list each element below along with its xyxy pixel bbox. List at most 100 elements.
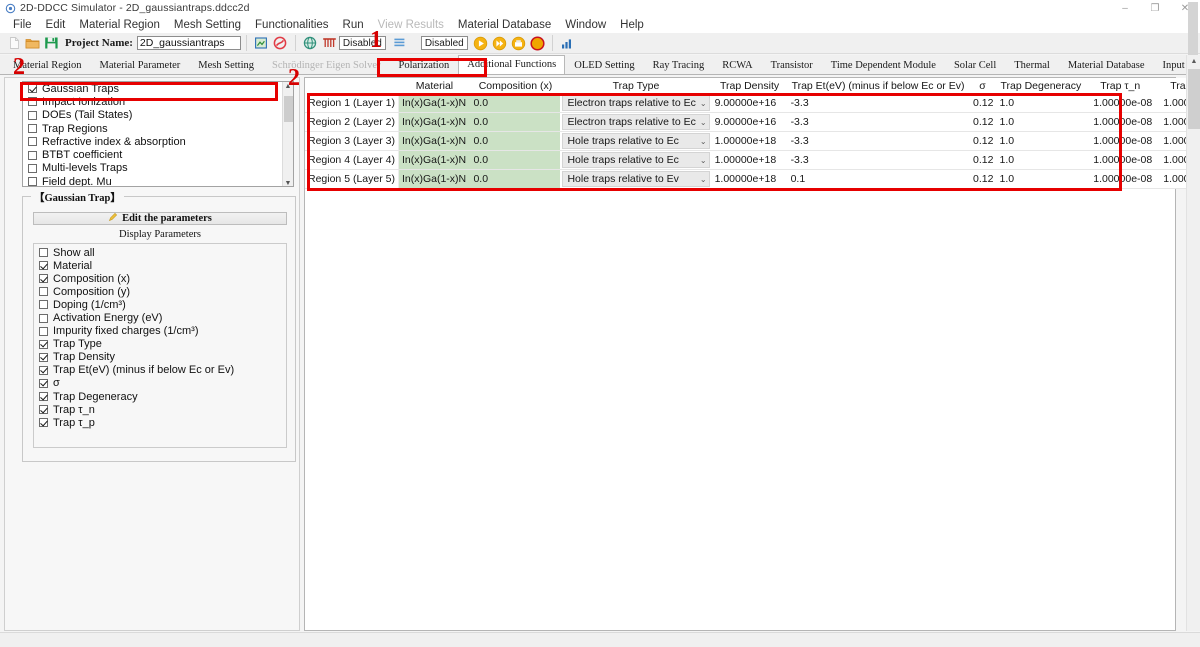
function-item-refractive-index-absorption[interactable]: Refractive index & absorption [23, 135, 293, 148]
checkbox-icon[interactable] [39, 418, 48, 428]
table-column-header[interactable]: Trap τ_n [1085, 78, 1156, 94]
cell-trap-et[interactable]: -3.3 [787, 112, 969, 133]
tab-mesh-setting[interactable]: Mesh Setting [189, 56, 263, 75]
cell-region[interactable]: Region 1 (Layer 1) [305, 94, 399, 114]
cell-trap-et[interactable]: 0.1 [787, 169, 969, 190]
checkbox-icon[interactable] [39, 313, 48, 323]
function-item-impact-ionization[interactable]: Impact Ionization [23, 95, 293, 108]
checkbox-icon[interactable] [39, 392, 48, 402]
checkbox-icon[interactable] [28, 150, 37, 160]
table-column-header[interactable]: Composition (x) [470, 78, 561, 94]
project-name-input[interactable] [136, 36, 241, 50]
display-param-impurity-fixed-charges-1-cm[interactable]: Impurity fixed charges (1/cm³) [34, 325, 286, 338]
display-param-trap-density[interactable]: Trap Density [34, 351, 286, 364]
function-item-btbt-coefficient[interactable]: BTBT coefficient [23, 148, 293, 161]
table-column-header[interactable]: Trap Density [711, 78, 788, 94]
checkbox-icon[interactable] [39, 352, 48, 362]
checkbox-icon[interactable] [39, 339, 48, 349]
cell-degeneracy[interactable]: 1.0 [996, 94, 1086, 114]
cell-trap-type[interactable]: Electron traps relative to Ec ⌄ [560, 94, 712, 114]
menu-item-edit[interactable]: Edit [39, 18, 73, 32]
window-scrollbar[interactable]: ▲ [1186, 55, 1200, 631]
cell-trap-density[interactable]: 9.00000e+16 [711, 94, 788, 114]
edit-parameters-button[interactable]: Edit the parameters [33, 212, 287, 225]
cell-composition-x[interactable]: 0.0 [470, 131, 561, 152]
cell-tau-n[interactable]: 1.00000e-08 [1085, 94, 1156, 114]
tab-oled-setting[interactable]: OLED Setting [565, 56, 644, 75]
cell-tau-n[interactable]: 1.00000e-08 [1085, 112, 1156, 133]
tab-transistor[interactable]: Transistor [761, 56, 822, 75]
checkbox-icon[interactable] [39, 300, 48, 310]
checkbox-icon[interactable] [28, 124, 37, 134]
refresh-structure-icon[interactable] [252, 34, 271, 53]
table-column-header[interactable]: Trap Type [560, 78, 712, 94]
cell-degeneracy[interactable]: 1.0 [996, 169, 1086, 190]
tab-material-database[interactable]: Material Database [1058, 56, 1154, 75]
display-param-trap-type[interactable]: Trap Type [34, 338, 286, 351]
tab-ray-tracing[interactable]: Ray Tracing [643, 56, 714, 75]
cell-material[interactable]: In(x)Ga(1-x)N [398, 94, 471, 114]
cell-material[interactable]: In(x)Ga(1-x)N [398, 169, 471, 190]
menu-item-material-region[interactable]: Material Region [72, 18, 167, 32]
cell-composition-x[interactable]: 0.0 [470, 94, 561, 114]
cell-tau-n[interactable]: 1.00000e-08 [1085, 169, 1156, 190]
chevron-down-icon[interactable]: ⌄ [696, 137, 707, 146]
tab-schr-dinger-eigen-solver[interactable]: Schrödinger Eigen Solver [263, 56, 390, 75]
table-column-header[interactable] [305, 78, 399, 94]
layers-icon[interactable] [390, 34, 409, 53]
menu-item-functionalities[interactable]: Functionalities [248, 18, 336, 32]
checkbox-icon[interactable] [28, 137, 37, 147]
trap-type-dropdown[interactable]: Hole traps relative to Ev ⌄ [562, 171, 710, 188]
menu-item-mesh-setting[interactable]: Mesh Setting [167, 18, 248, 32]
chart-icon[interactable] [558, 34, 577, 53]
window-scroll-thumb[interactable] [1188, 69, 1200, 129]
checkbox-icon[interactable] [39, 248, 48, 258]
table-row[interactable]: Region 1 (Layer 1) In(x)Ga(1-x)N 0.0 Electr… [305, 94, 1200, 114]
trap-type-dropdown[interactable]: Hole traps relative to Ec ⌄ [562, 152, 710, 169]
tab-time-dependent-module[interactable]: Time Dependent Module [821, 56, 945, 75]
display-param-trap-degeneracy[interactable]: Trap Degeneracy [34, 390, 286, 403]
tab-solar-cell[interactable]: Solar Cell [944, 56, 1006, 75]
menu-item-window[interactable]: Window [558, 18, 613, 32]
cell-tau-n[interactable]: 1.00000e-08 [1085, 150, 1156, 171]
tab-rcwa[interactable]: RCWA [713, 56, 762, 75]
chevron-down-icon[interactable]: ⌄ [696, 99, 707, 108]
tab-thermal[interactable]: Thermal [1005, 56, 1059, 75]
display-param-composition-x[interactable]: Composition (x) [34, 272, 286, 285]
table-row[interactable]: Region 2 (Layer 2) In(x)Ga(1-x)N 0.0 Electr… [305, 112, 1200, 133]
checkbox-icon[interactable] [39, 274, 48, 284]
checkbox-icon[interactable] [28, 177, 37, 186]
display-param-show-all[interactable]: Show all [34, 246, 286, 259]
save-icon[interactable] [42, 34, 61, 53]
table-row[interactable]: Region 5 (Layer 5) In(x)Ga(1-x)N 0.0 Hole t… [305, 169, 1200, 190]
cell-sigma[interactable]: 0.12 [968, 169, 997, 190]
cell-sigma[interactable]: 0.12 [968, 94, 997, 114]
cell-material[interactable]: In(x)Ga(1-x)N [398, 150, 471, 171]
menu-item-view-results[interactable]: View Results [371, 18, 451, 32]
table-row[interactable]: Region 3 (Layer 3) In(x)Ga(1-x)N 0.0 Hole t… [305, 131, 1200, 152]
menu-item-help[interactable]: Help [613, 18, 651, 32]
checkbox-icon[interactable] [28, 97, 37, 107]
chevron-down-icon[interactable]: ⌄ [696, 156, 707, 165]
tab-material-parameter[interactable]: Material Parameter [90, 56, 190, 75]
trap-type-dropdown[interactable]: Hole traps relative to Ec ⌄ [562, 133, 710, 150]
display-param-composition-y[interactable]: Composition (y) [34, 285, 286, 298]
cell-region[interactable]: Region 4 (Layer 4) [305, 150, 399, 171]
table-column-header[interactable]: Trap Et(eV) (minus if below Ec or Ev) [787, 78, 969, 94]
cell-degeneracy[interactable]: 1.0 [996, 112, 1086, 133]
cell-trap-type[interactable]: Hole traps relative to Ec ⌄ [560, 131, 712, 152]
cell-region[interactable]: Region 5 (Layer 5) [305, 169, 399, 190]
trap-type-dropdown[interactable]: Electron traps relative to Ec ⌄ [562, 95, 710, 112]
function-item-does-tail-states[interactable]: DOEs (Tail States) [23, 109, 293, 122]
cell-trap-density[interactable]: 9.00000e+16 [711, 112, 788, 133]
checkbox-icon[interactable] [39, 326, 48, 336]
display-param-trap-et-ev-minus-if-below-ec-or-ev[interactable]: Trap Et(eV) (minus if below Ec or Ev) [34, 364, 286, 377]
run-icon[interactable] [471, 34, 490, 53]
tab-additional-functions[interactable]: Additional Functions [458, 55, 566, 75]
cell-sigma[interactable]: 0.12 [968, 150, 997, 171]
cell-composition-x[interactable]: 0.0 [470, 169, 561, 190]
maximize-button[interactable]: ❐ [1140, 0, 1170, 16]
cell-composition-x[interactable]: 0.0 [470, 150, 561, 171]
checkbox-icon[interactable] [39, 287, 48, 297]
mesh-icon[interactable] [320, 34, 339, 53]
